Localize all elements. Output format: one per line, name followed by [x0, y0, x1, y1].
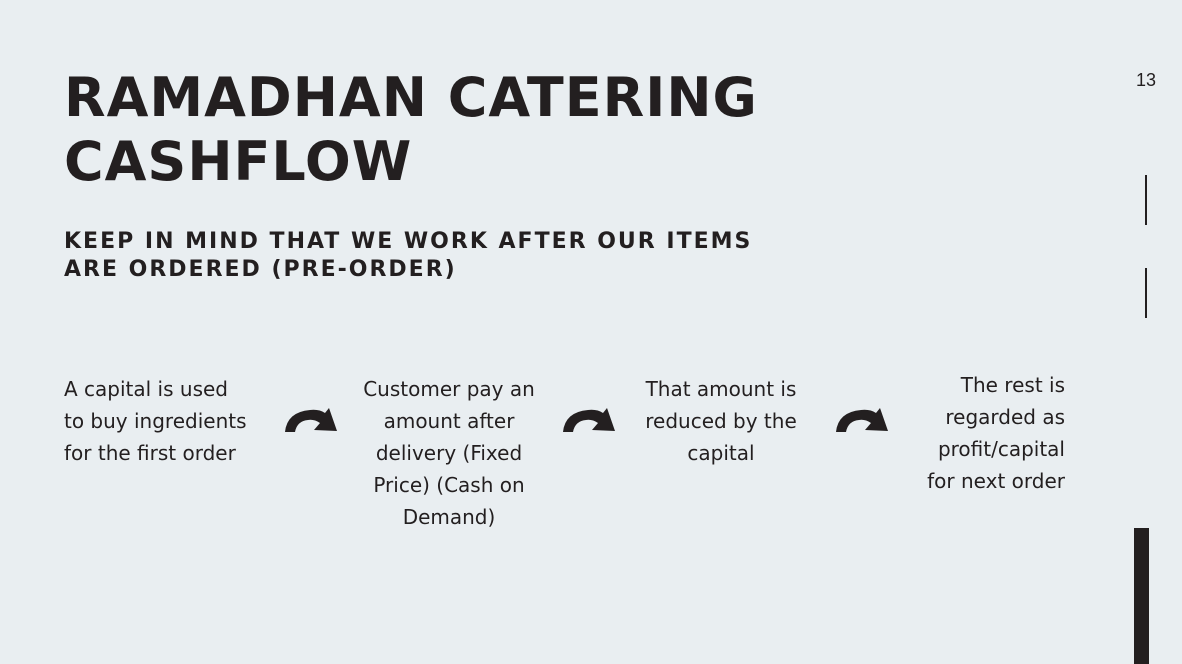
- slide-title: RAMADHAN CATERING CASHFLOW: [64, 66, 824, 194]
- flow-step-4: The rest is regarded as profit/capital f…: [880, 369, 1065, 497]
- page-number: 13: [1136, 70, 1157, 90]
- slide-title-line-2: CASHFLOW: [64, 130, 413, 193]
- curved-arrow-right-icon: [285, 408, 337, 432]
- flow-step-2-line-2: amount after: [383, 409, 515, 433]
- flow-step-2-line-4: Price) (Cash on: [373, 473, 525, 497]
- decorative-bar-thick-bottom: [1134, 528, 1149, 664]
- flow-step-1: A capital is used to buy ingredients for…: [64, 373, 247, 469]
- slide-subtitle-line-2: ARE ORDERED (PRE-ORDER): [64, 257, 457, 282]
- flow-step-1-line-3: for the first order: [64, 441, 236, 465]
- flow-step-2-line-1: Customer pay an: [363, 377, 535, 401]
- flow-step-3-line-1: That amount is: [645, 377, 797, 401]
- flow-step-4-line-2: regarded as: [945, 405, 1065, 429]
- flow-step-2-line-5: Demand): [402, 505, 496, 529]
- flow-step-1-line-2: to buy ingredients: [64, 409, 247, 433]
- flow-step-3-line-3: capital: [687, 441, 755, 465]
- curved-arrow-right-icon: [563, 408, 615, 432]
- decorative-bar-thin-top: [1145, 175, 1147, 225]
- flow-step-4-line-3: profit/capital: [937, 437, 1065, 461]
- flow-step-4-line-4: for next order: [927, 469, 1065, 493]
- slide-title-line-1: RAMADHAN CATERING: [64, 66, 758, 129]
- flow-step-2: Customer pay an amount after delivery (F…: [344, 373, 554, 533]
- slide-subtitle-line-1: KEEP IN MIND THAT WE WORK AFTER OUR ITEM…: [64, 229, 753, 254]
- slide-subtitle: KEEP IN MIND THAT WE WORK AFTER OUR ITEM…: [64, 228, 824, 284]
- flow-step-2-line-3: delivery (Fixed: [375, 441, 523, 465]
- flow-step-4-line-1: The rest is: [960, 373, 1065, 397]
- decorative-bar-thin-middle: [1145, 268, 1147, 318]
- flow-step-3: That amount is reduced by the capital: [626, 373, 816, 469]
- flow-step-3-line-2: reduced by the: [645, 409, 797, 433]
- flow-step-1-line-1: A capital is used: [64, 377, 228, 401]
